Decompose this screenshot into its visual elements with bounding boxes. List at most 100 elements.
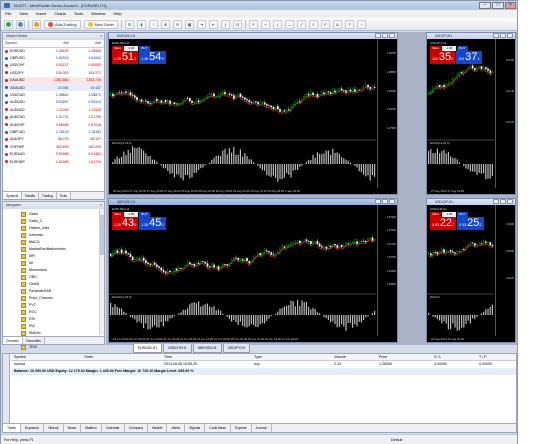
terminal-tab[interactable]: Market	[148, 424, 168, 432]
market-watch-row[interactable]: EURAUD 0.91685 0.91462	[3, 150, 104, 157]
terminal-tab[interactable]: History	[44, 424, 64, 432]
chart-window-usdchf[interactable]: USDCHF,H1 USDCHF,H1 22 Aug 2014 22 Aug 10:…	[426, 198, 516, 343]
maximize-button[interactable]: □	[492, 2, 504, 9]
market-watch-row[interactable]: XAGUSD 19.394 19.437	[3, 83, 104, 92]
market-watch-row[interactable]: AUDNZD 1.11990 1.12425	[3, 106, 104, 113]
sell-price[interactable]: 104 35 2	[430, 51, 456, 64]
sell-price[interactable]: 0.93 22 7	[430, 217, 457, 230]
chart-close-button[interactable]	[507, 33, 513, 38]
chart-tab-gbpusd[interactable]: GBPUSD,H1	[192, 344, 222, 353]
terminal-tab[interactable]: Experts	[231, 424, 252, 432]
column-header-bid[interactable]: Bid	[39, 40, 72, 48]
navigator-item[interactable]: Heiken_Ashi	[21, 225, 104, 232]
new-chart-button[interactable]	[4, 19, 13, 29]
label-tool-button[interactable]: T	[345, 19, 354, 29]
close-button[interactable]: ×	[505, 2, 516, 9]
terminal-column-header[interactable]: Order	[81, 354, 161, 360]
chart-window-usdjpy[interactable]: USDJPY,H1 USDJPY,H1 27 Aug 2014 27 Aug 19:…	[426, 32, 516, 195]
navigator-item[interactable]: OsMA	[21, 281, 104, 288]
navigator-item[interactable]: MarketFacilitationIndex	[21, 246, 104, 253]
chart-shift-button[interactable]: ⇤	[209, 19, 218, 29]
menu-charts[interactable]: Charts	[54, 10, 66, 18]
channel-tool-button[interactable]: ⫽	[309, 19, 318, 29]
market-watch-row[interactable]: USDCHF 0.93227 0.93252	[3, 62, 104, 69]
buy-price[interactable]: 1.28 54 3	[139, 51, 166, 64]
chart-minimize-button[interactable]	[375, 33, 381, 38]
tab-common[interactable]: Common	[3, 337, 23, 344]
market-watch-row[interactable]: AUDJPY 98.275 98.327	[3, 136, 104, 143]
navigator-item[interactable]: Gator	[21, 211, 104, 218]
cursor-tool-button[interactable]: ↖	[249, 19, 258, 29]
new-order-button[interactable]: New Order	[83, 19, 118, 29]
navigator-item[interactable]: MACD	[21, 239, 104, 246]
menu-file[interactable]: File	[5, 10, 11, 18]
terminal-tab[interactable]: News	[64, 424, 82, 432]
chart-tab-usdjpy[interactable]: USDJPY,H1	[222, 344, 251, 353]
zoom-out-button[interactable]: ⊖	[173, 19, 182, 29]
market-watch-row[interactable]: EURGBP 1.61685 1.61793	[3, 158, 104, 165]
terminal-tab[interactable]: Alerts	[167, 424, 186, 432]
terminal-column-header[interactable]: Price	[376, 354, 431, 360]
menu-insert[interactable]: Insert	[36, 10, 46, 18]
chart-minimize-button[interactable]	[493, 33, 499, 38]
autoscroll-button[interactable]: ⇥	[197, 19, 206, 29]
navigator-item[interactable]: Price_Channel	[21, 295, 104, 302]
tab-favourites[interactable]: Favourites	[23, 337, 45, 344]
market-watch-row[interactable]: AUDCAD 1.01731 1.01780	[3, 114, 104, 121]
text-tool-button[interactable]: A	[333, 19, 342, 29]
crosshair-tool-button[interactable]: +	[261, 19, 270, 29]
terminal-tab[interactable]: Code Base	[205, 424, 232, 432]
buy-price[interactable]: 0.93 25 2	[457, 217, 484, 230]
market-watch-row[interactable]: GBPCAD 1.76133 1.76183	[3, 128, 104, 135]
terminal-tab[interactable]: Journal	[252, 424, 272, 432]
chart-tab-usdchf[interactable]: USDCHF,H1	[163, 344, 192, 353]
balance-row[interactable]: Balance: 10 000.00 USD Equity: 12 175.04…	[11, 368, 516, 375]
navigator-item[interactable]: PVT	[21, 302, 104, 309]
chart-maximize-button[interactable]	[382, 33, 388, 38]
navigator-item[interactable]: OBV	[21, 274, 104, 281]
candle-chart-button[interactable]: ▮	[137, 19, 146, 29]
bar-chart-button[interactable]: ⊞	[125, 19, 134, 29]
chart-maximize-button[interactable]	[500, 199, 506, 204]
terminal-column-header[interactable]: Volume	[331, 354, 376, 360]
tile-windows-button[interactable]: ▦	[185, 19, 194, 29]
column-header-symbol[interactable]: Symbol	[3, 40, 40, 48]
chart-window-gbpusd[interactable]: GBPUSD,H1 EURUSD,H1 19 Jun 2014 20 Jun 02:…	[108, 198, 398, 343]
terminal-column-header[interactable]: Symbol	[11, 354, 81, 360]
chart-minimize-button[interactable]	[493, 199, 499, 204]
navigator-item[interactable]: RSI	[21, 316, 104, 323]
market-watch-row[interactable]: XAUUSD 1282.880 1283.730	[3, 76, 104, 84]
navigator-item[interactable]: TRIX	[21, 344, 104, 351]
chart-maximize-button[interactable]	[382, 199, 388, 204]
column-header-ask[interactable]: Ask	[71, 40, 104, 48]
chart-close-button[interactable]	[389, 33, 395, 38]
horizontal-line-tool-button[interactable]: —	[285, 19, 294, 29]
terminal-tab[interactable]: Mailbox	[81, 424, 102, 432]
tab-trading[interactable]: Trading	[39, 192, 57, 199]
market-watch-row[interactable]: CHFHKP 260.859 260.099	[3, 143, 104, 150]
chart-window-eurusd[interactable]: EURUSD,H1 EURUSD,H1 26 Aug 2014 27 Aug 02:…	[108, 32, 398, 195]
buy-price[interactable]: 104 37 1	[456, 51, 482, 64]
chart-close-button[interactable]	[389, 199, 395, 204]
chart-tab-eurusd[interactable]: EURUSD,H1	[133, 344, 163, 353]
terminal-tab[interactable]: Exposure	[21, 424, 45, 432]
navigator-item[interactable]: MFI	[21, 253, 104, 260]
scrollbar-thumb[interactable]	[100, 215, 104, 255]
menu-window[interactable]: Window	[91, 10, 105, 18]
line-chart-button[interactable]: ⌇	[149, 19, 158, 29]
tab-details[interactable]: Details	[22, 192, 39, 199]
arrows-tool-button[interactable]: ↕	[357, 19, 366, 29]
terminal-column-header[interactable]: Type	[251, 354, 331, 360]
terminal-tab[interactable]: Trade	[3, 424, 21, 432]
minimize-button[interactable]: –	[479, 2, 491, 9]
market-watch-row[interactable]: GBPUSD 1.61515 1.61542	[3, 54, 104, 61]
menu-view[interactable]: View	[19, 10, 28, 18]
navigator-item[interactable]: ParabolicSAR	[21, 288, 104, 295]
chart-close-button[interactable]	[507, 199, 513, 204]
autotrading-button[interactable]: AutoTrading	[44, 19, 81, 29]
navigator-item[interactable]: Momentum	[21, 267, 104, 274]
vertical-line-tool-button[interactable]: |	[273, 19, 282, 29]
market-watch-row[interactable]: AUDCHF 0.86968 0.87018	[3, 121, 104, 128]
tab-symbols[interactable]: Symbols	[3, 192, 23, 199]
navigator-item[interactable]: Gator_2	[21, 218, 104, 225]
